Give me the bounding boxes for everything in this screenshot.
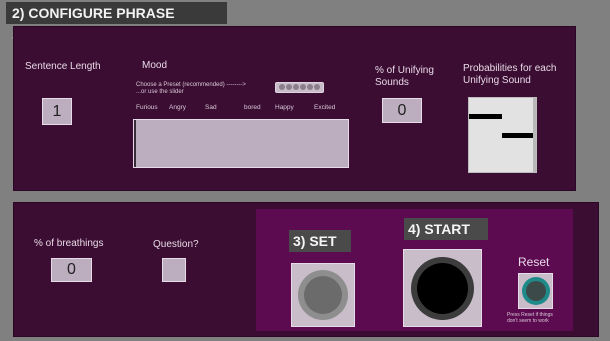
preset-dot-6[interactable] (314, 84, 320, 90)
mood-slider-handle[interactable] (134, 120, 136, 167)
mood-slider[interactable] (133, 119, 349, 168)
mood-tick-excited: Excited (314, 104, 336, 111)
reset-button[interactable] (518, 273, 553, 309)
unifying-label-line1: % of Unifying (375, 65, 434, 76)
start-step-label: 4) START (404, 218, 488, 240)
action-panel: 3) SET 4) START Reset Press Reset if thi… (256, 209, 573, 331)
mood-tick-furious: Furious (136, 104, 158, 111)
preset-dot-2[interactable] (286, 84, 292, 90)
reset-button-ring (522, 277, 550, 305)
unifying-label-line2: Sounds (375, 77, 409, 88)
preset-hint: Choose a Preset (recommended) --------> (136, 82, 246, 88)
section-title: 2) CONFIGURE PHRASE SETTINGS (6, 2, 227, 43)
phrase-settings-panel: Sentence Length 1 Mood Choose a Preset (… (13, 26, 576, 191)
mood-tick-happy: Happy (275, 104, 294, 111)
sentence-length-label: Sentence Length (25, 61, 101, 72)
reset-note-line2: don't seem to work (507, 318, 549, 324)
control-panel: % of breathings 0 Question? 3) SET 4) ST… (13, 202, 599, 337)
set-button[interactable] (291, 263, 355, 327)
start-button-core (417, 263, 468, 314)
probability-multislider[interactable] (468, 97, 537, 173)
slider-hint: ...or use the slider (136, 89, 184, 95)
mood-tick-angry: Angry (169, 104, 186, 111)
question-label: Question? (153, 239, 199, 250)
start-button-ring (411, 257, 474, 320)
set-button-core (304, 276, 342, 314)
sentence-length-field[interactable]: 1 (42, 98, 72, 125)
probability-bar-1[interactable] (469, 114, 502, 119)
reset-button-core (526, 281, 546, 301)
preset-dot-3[interactable] (293, 84, 299, 90)
mood-label: Mood (142, 60, 168, 71)
breathings-field[interactable]: 0 (51, 258, 92, 282)
multislider-scrollbar[interactable] (533, 98, 536, 172)
preset-dot-4[interactable] (300, 84, 306, 90)
mood-preset-selector[interactable] (275, 82, 324, 93)
preset-dot-5[interactable] (307, 84, 313, 90)
mood-tick-sad: Sad (205, 104, 217, 111)
probability-bar-2[interactable] (502, 133, 535, 138)
set-step-label: 3) SET (289, 230, 351, 252)
preset-dot-1[interactable] (279, 84, 285, 90)
reset-label: Reset (518, 255, 550, 269)
set-button-ring (298, 270, 348, 320)
breathings-label: % of breathings (34, 238, 104, 249)
mood-tick-bored: bored (244, 104, 261, 111)
probabilities-label-line1: Probabilities for each (463, 63, 557, 74)
probabilities-label-line2: Unifying Sound (463, 75, 531, 86)
question-toggle[interactable] (162, 258, 186, 282)
start-button[interactable] (403, 249, 482, 327)
unifying-sounds-field[interactable]: 0 (382, 98, 422, 123)
